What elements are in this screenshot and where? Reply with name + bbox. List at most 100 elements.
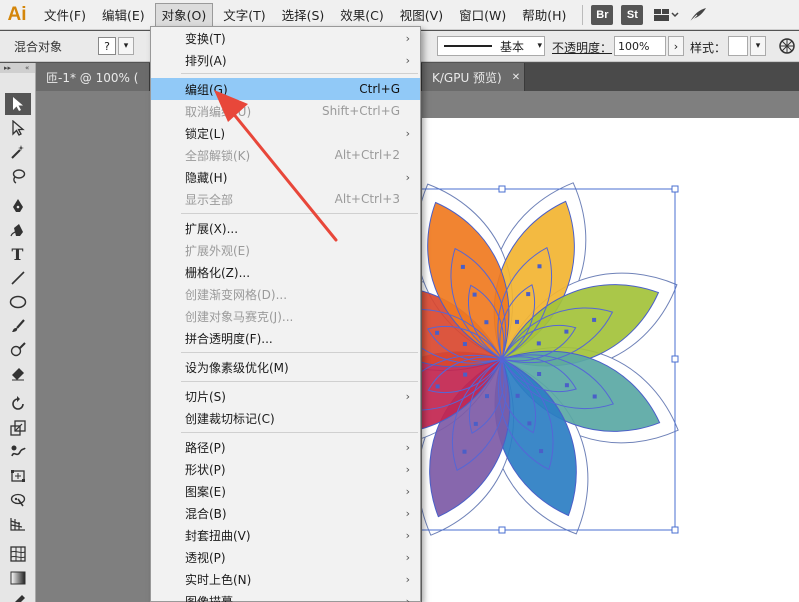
- feather-icon[interactable]: [687, 5, 709, 25]
- style-swatch[interactable]: [728, 36, 748, 56]
- menu-item-slice[interactable]: 切片(S) ›: [151, 385, 420, 407]
- menu-item-label: 封套扭曲(V): [185, 528, 251, 543]
- scale-tool-icon[interactable]: [5, 417, 31, 439]
- expand-panel-icon[interactable]: ▸▸: [4, 64, 11, 72]
- opacity-label[interactable]: 不透明度：: [552, 39, 612, 56]
- menu-item-path[interactable]: 路径(P) ›: [151, 436, 420, 458]
- globe-icon[interactable]: [778, 37, 796, 55]
- menu-divider: [181, 381, 418, 382]
- close-icon[interactable]: ✕: [512, 72, 520, 83]
- gradient-tool-icon[interactable]: [5, 567, 31, 589]
- menu-item-blend[interactable]: 混合(B) ›: [151, 502, 420, 524]
- tools-panel-header[interactable]: ▸▸ «: [0, 63, 35, 73]
- menu-object[interactable]: 对象(O): [154, 2, 214, 27]
- menu-item-label: 隐藏(H): [185, 170, 228, 185]
- menu-item-live-paint[interactable]: 实时上色(N) ›: [151, 568, 420, 590]
- paintbrush-tool-icon[interactable]: [5, 315, 31, 337]
- menu-file[interactable]: 文件(F): [38, 3, 92, 27]
- menu-item-show-all[interactable]: 显示全部 Alt+Ctrl+3: [151, 188, 420, 210]
- menu-item-shortcut: Ctrl+G: [359, 82, 400, 96]
- eyedropper-tool-icon[interactable]: [5, 591, 31, 602]
- menu-item-transform[interactable]: 变换(T) ›: [151, 27, 420, 49]
- chevron-down-icon[interactable]: ▾: [118, 37, 135, 55]
- menu-item-create-object-mosaic[interactable]: 创建对象马赛克(J)...: [151, 305, 420, 327]
- anchor-point: [473, 421, 478, 426]
- stroke-profile-dropdown[interactable]: 基本 ▾: [437, 36, 545, 56]
- opacity-arrow-button[interactable]: ›: [668, 36, 684, 56]
- opacity-input[interactable]: 100%: [614, 36, 666, 56]
- chevron-right-icon: ›: [405, 170, 410, 184]
- rotate-tool-icon[interactable]: [5, 393, 31, 415]
- menu-item-pattern[interactable]: 图案(E) ›: [151, 480, 420, 502]
- menu-edit[interactable]: 编辑(E): [96, 3, 151, 27]
- curvature-tool-icon[interactable]: [5, 219, 31, 241]
- magic-wand-tool-icon[interactable]: [5, 141, 31, 163]
- line-tool-icon[interactable]: [5, 267, 31, 289]
- menu-item-label: 拼合透明度(F)...: [185, 331, 273, 346]
- pen-tool-icon[interactable]: [5, 195, 31, 217]
- menu-effect[interactable]: 效果(C): [334, 3, 389, 27]
- chevron-right-icon: ›: [405, 528, 410, 542]
- menu-item-label: 扩展外观(E): [185, 243, 250, 258]
- menu-item-hide[interactable]: 隐藏(H) ›: [151, 166, 420, 188]
- menu-item-rasterize[interactable]: 栅格化(Z)...: [151, 261, 420, 283]
- menu-item-envelope-distort[interactable]: 封套扭曲(V) ›: [151, 524, 420, 546]
- flower-artwork[interactable]: [422, 118, 799, 602]
- chevron-down-icon[interactable]: ▾: [750, 36, 766, 56]
- selection-tool-icon[interactable]: [4, 93, 31, 115]
- menu-item-group[interactable]: 编组(G) Ctrl+G: [151, 78, 420, 100]
- bridge-button[interactable]: Br: [591, 4, 614, 25]
- menu-item-flatten-transparency[interactable]: 拼合透明度(F)...: [151, 327, 420, 349]
- menu-select[interactable]: 选择(S): [276, 3, 331, 27]
- ellipse-tool-icon[interactable]: [5, 291, 31, 313]
- document-tab-tail[interactable]: K/GPU 预览) ✕: [421, 63, 525, 91]
- blended-flower-group: [422, 182, 679, 536]
- menu-item-expand-appearance[interactable]: 扩展外观(E): [151, 239, 420, 261]
- perspective-grid-tool-icon[interactable]: [5, 513, 31, 535]
- warp-tool-icon[interactable]: [5, 441, 31, 463]
- menu-item-label: 图像描摹: [185, 594, 234, 602]
- type-tool-icon[interactable]: T: [5, 243, 31, 265]
- menu-divider: [181, 213, 418, 214]
- help-question-box[interactable]: ?: [98, 37, 117, 55]
- chevron-right-icon: ›: [405, 594, 410, 602]
- anchor-point: [537, 372, 542, 376]
- menu-item-create-trim-marks[interactable]: 创建裁切标记(C): [151, 407, 420, 429]
- menu-item-pixel-perfect[interactable]: 设为像素级优化(M): [151, 356, 420, 378]
- shaper-tool-icon[interactable]: [5, 339, 31, 361]
- menu-item-expand[interactable]: 扩展(X)...: [151, 217, 420, 239]
- menu-item-perspective[interactable]: 透视(P) ›: [151, 546, 420, 568]
- menu-item-label: 实时上色(N): [185, 572, 252, 587]
- menu-item-unlock-all[interactable]: 全部解锁(K) Alt+Ctrl+2: [151, 144, 420, 166]
- mesh-tool-icon[interactable]: [5, 543, 31, 565]
- direct-selection-tool-icon[interactable]: [5, 117, 31, 139]
- anchor-point: [485, 394, 489, 399]
- chevron-right-icon: ›: [405, 462, 410, 476]
- eraser-tool-icon[interactable]: [5, 363, 31, 385]
- menu-item-lock[interactable]: 锁定(L) ›: [151, 122, 420, 144]
- collapse-panel-icon[interactable]: «: [25, 64, 29, 72]
- menu-item-arrange[interactable]: 排列(A) ›: [151, 49, 420, 71]
- menu-help[interactable]: 帮助(H): [516, 3, 572, 27]
- anchor-point: [515, 319, 519, 324]
- menu-item-label: 切片(S): [185, 389, 226, 404]
- menu-view[interactable]: 视图(V): [394, 3, 449, 27]
- menu-item-label: 设为像素级优化(M): [185, 360, 289, 375]
- document-tab[interactable]: 匝-1* @ 100% (CMY: [36, 63, 150, 91]
- stock-button[interactable]: St: [621, 4, 644, 25]
- selection-type-label: 混合对象: [14, 39, 63, 54]
- anchor-point: [537, 264, 542, 269]
- lasso-tool-icon[interactable]: [5, 165, 31, 187]
- menu-item-create-gradient-mesh[interactable]: 创建渐变网格(D)...: [151, 283, 420, 305]
- menu-item-ungroup[interactable]: 取消编组(U) Shift+Ctrl+G: [151, 100, 420, 122]
- shape-builder-tool-icon[interactable]: [5, 489, 31, 511]
- menu-window[interactable]: 窗口(W): [453, 3, 512, 27]
- menu-item-label: 创建裁切标记(C): [185, 411, 275, 426]
- menu-item-image-trace[interactable]: 图像描摹 ›: [151, 590, 420, 602]
- menu-item-shape[interactable]: 形状(P) ›: [151, 458, 420, 480]
- menu-type[interactable]: 文字(T): [217, 3, 271, 27]
- artboard[interactable]: [422, 118, 799, 602]
- menu-item-label: 路径(P): [185, 440, 226, 455]
- free-transform-tool-icon[interactable]: [5, 465, 31, 487]
- workspace-layout-icon[interactable]: [653, 5, 679, 25]
